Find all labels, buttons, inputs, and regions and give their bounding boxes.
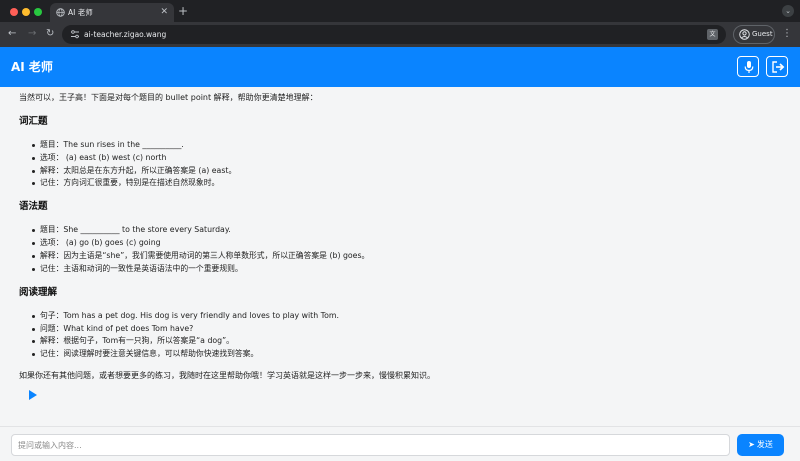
list-item: 题目：She __________ to the store every Sat… xyxy=(32,225,231,234)
list-item: 选项： (a) go (b) goes (c) going xyxy=(32,238,161,247)
profile-label: Guest xyxy=(752,30,773,38)
more-menu-icon[interactable]: ⋮ xyxy=(782,27,792,41)
app-title: AI 老师 xyxy=(11,60,53,74)
send-label: 发送 xyxy=(756,440,773,449)
browser-tab[interactable]: AI 老师 ✕ xyxy=(50,3,174,22)
composer-bar: ➤发送 xyxy=(0,426,800,461)
list-item: 句子：Tom has a pet dog. His dog is very fr… xyxy=(32,311,339,320)
list-item: 解释：太阳总是在东方升起，所以正确答案是 (a) east。 xyxy=(31,166,237,175)
minimize-window-button[interactable] xyxy=(22,8,30,16)
list-item: 记住：方向词汇很重要，特别是在描述自然现象时。 xyxy=(31,178,220,187)
send-icon: ➤ xyxy=(748,440,755,449)
browser-chrome: AI 老师 ✕ + ⌄ ← → ↻ ai-teacher.zigao.wang … xyxy=(0,0,800,47)
list-item: 题目：The sun rises in the __________. xyxy=(32,140,184,149)
back-arrow-icon[interactable]: ← xyxy=(8,28,16,40)
tab-search-icon[interactable]: ⌄ xyxy=(782,5,794,17)
globe-icon xyxy=(56,8,65,17)
url-text: ai-teacher.zigao.wang xyxy=(84,30,167,39)
microphone-icon xyxy=(744,61,754,73)
send-button[interactable]: ➤ 发送 xyxy=(737,434,784,456)
browser-toolbar: ← → ↻ ai-teacher.zigao.wang 文 Guest ⋮ xyxy=(0,22,800,47)
address-bar[interactable]: ai-teacher.zigao.wang 文 xyxy=(62,25,726,44)
reload-icon[interactable]: ↻ xyxy=(46,28,54,40)
list-item: 记住：主语和动词的一致性是英语语法中的一个重要规则。 xyxy=(32,264,243,273)
logout-button[interactable] xyxy=(766,56,788,77)
section-heading: 语法题 xyxy=(19,201,48,212)
list-item: 解释：因为主语是“she”，我们需要使用动词的第三人称单数形式，所以正确答案是 … xyxy=(31,251,370,260)
message-outro: 如果你还有其他问题，或者想要更多的练习，我随时在这里帮助你哦！学习英语就是这样一… xyxy=(19,371,435,380)
new-tab-icon[interactable]: + xyxy=(178,3,188,19)
tab-title: AI 老师 xyxy=(68,8,93,17)
section-heading: 阅读理解 xyxy=(19,287,58,298)
tab-close-icon[interactable]: ✕ xyxy=(160,3,168,22)
translate-icon[interactable]: 文 xyxy=(707,29,718,40)
list-item: 问题：What kind of pet does Tom have? xyxy=(31,324,194,333)
tab-bar: AI 老师 ✕ + ⌄ xyxy=(0,0,800,22)
profile-button[interactable]: Guest xyxy=(733,25,775,44)
user-icon xyxy=(739,29,750,40)
close-window-button[interactable] xyxy=(10,8,18,16)
app-header: AI 老师 xyxy=(0,47,800,87)
list-item: 解释：根据句子，Tom有一只狗，所以答案是“a dog”。 xyxy=(32,336,234,345)
question-input[interactable] xyxy=(11,434,730,456)
message-intro: 当然可以，王子高！下面是对每个题目的 bullet point 解释，帮助你更清… xyxy=(19,93,318,102)
forward-arrow-icon[interactable]: → xyxy=(28,28,36,40)
chat-message-area: 当然可以，王子高！下面是对每个题目的 bullet point 解释，帮助你更清… xyxy=(0,87,800,426)
microphone-button[interactable] xyxy=(737,56,759,77)
play-audio-icon[interactable] xyxy=(29,390,37,400)
section-heading: 词汇题 xyxy=(19,116,48,127)
list-item: 选项： (a) east (b) west (c) north xyxy=(31,153,167,162)
list-item: 记住：阅读理解时要注意关键信息，可以帮助你快速找到答案。 xyxy=(31,349,259,358)
logout-icon xyxy=(772,61,785,73)
maximize-window-button[interactable] xyxy=(34,8,42,16)
site-settings-icon[interactable] xyxy=(70,30,80,39)
